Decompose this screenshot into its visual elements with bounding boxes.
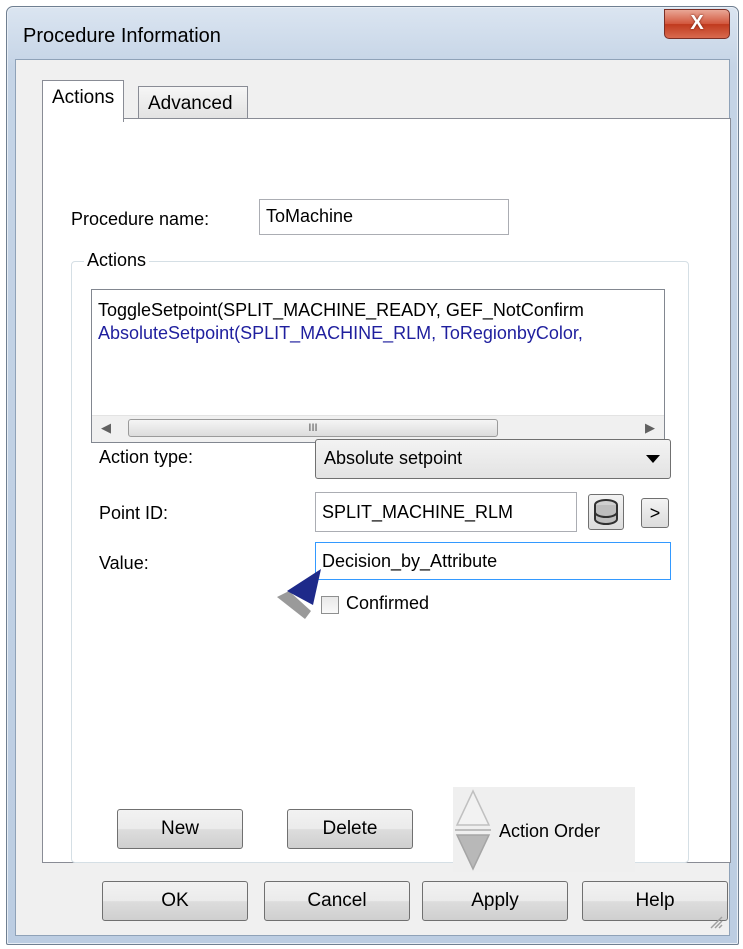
value-label: Value: [99,553,149,573]
horizontal-scrollbar[interactable]: ◀ III ▶ [92,415,664,442]
chevron-down-icon [646,455,660,463]
procedure-information-dialog: Procedure Information X Actions Advanced… [6,6,739,945]
scroll-right-icon[interactable]: ▶ [640,420,660,436]
tab-advanced[interactable]: Advanced [138,86,248,122]
action-order-control: Action Order [453,787,635,872]
order-arrows-icon [455,789,491,871]
dialog-client-area: Actions Advanced Procedure name: ToMachi… [15,59,731,936]
apply-button[interactable]: Apply [422,881,568,921]
actions-group-title: Actions [84,250,150,271]
resize-grip-icon[interactable] [709,915,723,929]
point-id-input[interactable]: SPLIT_MACHINE_RLM [315,492,577,532]
ok-button[interactable]: OK [102,881,248,921]
confirmed-label: Confirmed [346,593,430,613]
window-title: Procedure Information [23,25,221,47]
action-type-label: Action type: [99,447,194,467]
value-input[interactable]: Decision_by_Attribute [315,542,671,580]
list-item[interactable]: AbsoluteSetpoint(SPLIT_MACHINE_RLM, ToRe… [98,323,583,344]
move-up-icon[interactable] [455,789,491,826]
grip-icon: III [308,422,318,434]
procedure-name-input[interactable]: ToMachine [259,199,509,235]
scrollbar-thumb[interactable]: III [128,419,498,437]
action-type-select[interactable]: Absolute setpoint [315,439,671,479]
list-item[interactable]: ToggleSetpoint(SPLIT_MACHINE_READY, GEF_… [98,300,584,321]
title-bar[interactable]: Procedure Information X [7,7,738,59]
delete-button[interactable]: Delete [287,809,413,849]
database-icon [594,499,618,525]
help-button[interactable]: Help [582,881,728,921]
arrow-annotation-icon [277,569,321,619]
action-type-value: Absolute setpoint [324,448,463,468]
tab-actions[interactable]: Actions [42,80,125,122]
action-order-label: Action Order [499,821,601,841]
scroll-left-icon[interactable]: ◀ [96,420,116,436]
procedure-name-label: Procedure name: [71,209,210,229]
move-down-icon[interactable] [455,834,491,871]
confirmed-checkbox[interactable] [321,596,339,614]
point-id-label: Point ID: [99,503,169,523]
new-button[interactable]: New [117,809,243,849]
point-browser-button[interactable] [588,494,624,530]
close-icon: X [690,12,704,34]
actions-listbox[interactable]: ToggleSetpoint(SPLIT_MACHINE_READY, GEF_… [91,289,665,443]
close-button[interactable]: X [664,9,730,39]
point-next-button[interactable]: > [641,498,669,528]
actions-tab-panel: Procedure name: ToMachine Actions Toggle… [42,118,731,872]
cancel-button[interactable]: Cancel [264,881,410,921]
